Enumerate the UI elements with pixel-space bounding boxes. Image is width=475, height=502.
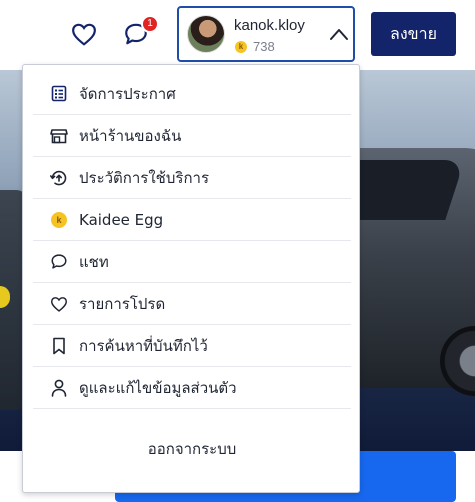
menu-item-profile[interactable]: ดูและแก้ไขข้อมูลส่วนตัว — [33, 367, 351, 409]
menu-item-saved-searches[interactable]: การค้นหาที่บันทึกไว้ — [33, 325, 351, 367]
coin-balance: 738 — [253, 39, 275, 54]
menu-item-my-store[interactable]: หน้าร้านของฉัน — [33, 115, 351, 157]
logout-button[interactable]: ออกจากระบบ — [33, 427, 351, 471]
top-header: 1 kanok.kloy k 738 ลงขาย — [0, 0, 475, 68]
bookmark-icon — [49, 336, 69, 356]
chat-icon — [49, 252, 69, 272]
menu-item-label: ประวัติการใช้บริการ — [79, 168, 210, 187]
heart-icon — [49, 294, 69, 314]
favorites-button[interactable] — [68, 18, 100, 50]
menu-item-manage-listings[interactable]: จัดการประกาศ — [33, 73, 351, 115]
user-dropdown-menu: จัดการประกาศ หน้าร้านของฉัน ประวัติการใช… — [22, 64, 360, 493]
menu-item-label: ดูและแก้ไขข้อมูลส่วนตัว — [79, 378, 237, 397]
avatar — [187, 15, 225, 53]
coin-symbol: k — [51, 211, 67, 228]
history-icon — [49, 168, 69, 188]
list-icon — [49, 84, 69, 104]
menu-item-label: การค้นหาที่บันทึกไว้ — [79, 336, 208, 355]
menu-item-favorites[interactable]: รายการโปรด — [33, 283, 351, 325]
menu-item-label: รายการโปรด — [79, 294, 166, 313]
menu-item-label: หน้าร้านของฉัน — [79, 126, 182, 145]
heart-icon — [72, 23, 96, 46]
sell-button[interactable]: ลงขาย — [371, 12, 456, 56]
menu-item-label: จัดการประกาศ — [79, 84, 176, 103]
menu-item-service-history[interactable]: ประวัติการใช้บริการ — [33, 157, 351, 199]
coin-icon: k — [49, 210, 69, 230]
chevron-up-icon — [330, 29, 348, 40]
menu-item-kaidee-egg[interactable]: k Kaidee Egg — [33, 199, 351, 241]
notification-badge: 1 — [141, 15, 159, 33]
username: kanok.kloy — [234, 17, 305, 34]
coin-icon: k — [235, 41, 247, 53]
menu-item-label: Kaidee Egg — [79, 210, 164, 229]
user-menu-toggle[interactable]: kanok.kloy k 738 — [177, 6, 355, 62]
person-icon — [49, 378, 69, 398]
menu-item-chat[interactable]: แชท — [33, 241, 351, 283]
store-icon — [49, 126, 69, 146]
menu-item-label: แชท — [79, 252, 109, 271]
